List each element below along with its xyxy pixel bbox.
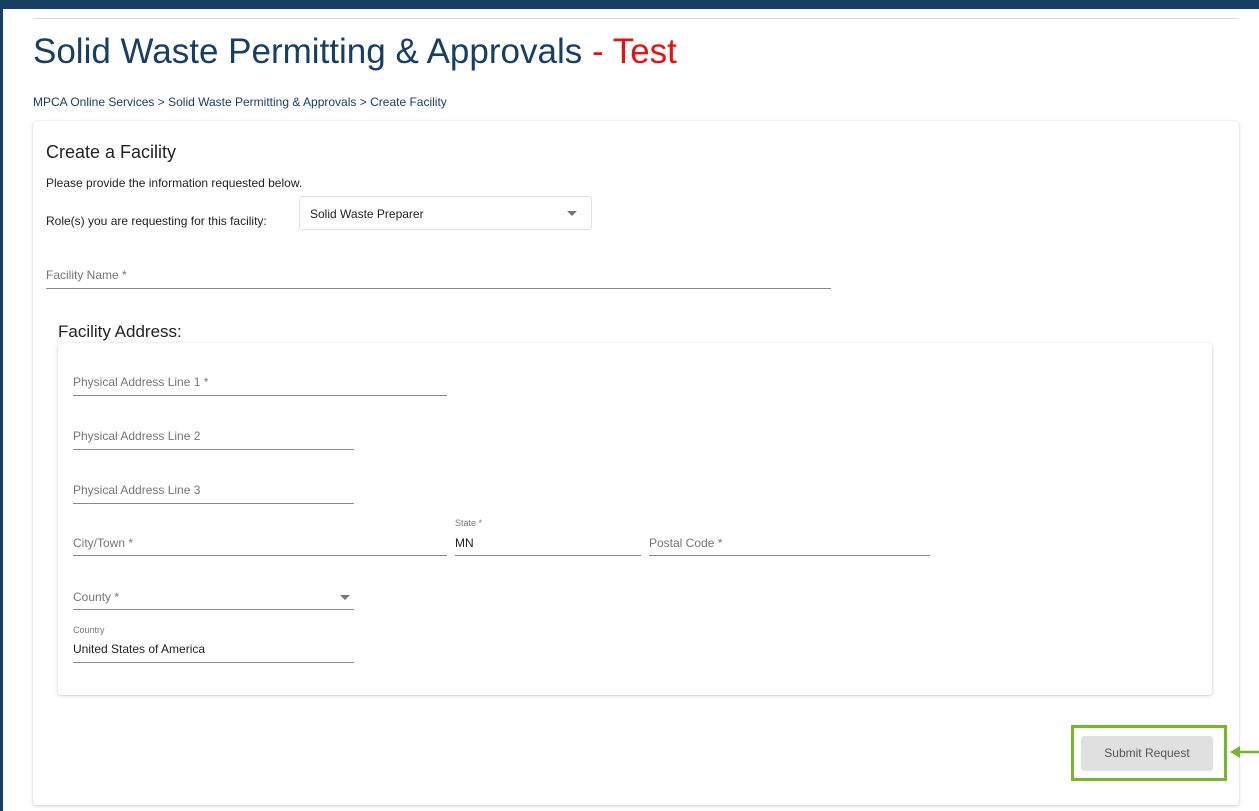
- address-line2-placeholder: Physical Address Line 2: [73, 429, 201, 443]
- address-line3-placeholder: Physical Address Line 3: [73, 483, 201, 497]
- county-underline: [73, 609, 354, 610]
- facility-name-field[interactable]: Facility Name *: [46, 263, 831, 289]
- form-title: Create a Facility: [46, 142, 177, 162]
- address-line2-field[interactable]: Physical Address Line 2: [73, 424, 354, 450]
- address-line3-field[interactable]: Physical Address Line 3: [73, 478, 354, 504]
- breadcrumb-separator: >: [157, 95, 165, 109]
- breadcrumb-separator: >: [359, 95, 367, 109]
- submit-request-button[interactable]: Submit Request: [1081, 736, 1213, 770]
- address-line3-underline: [73, 503, 354, 504]
- chevron-down-icon: [340, 595, 350, 600]
- address-line2-underline: [73, 449, 354, 450]
- environment-label: Test: [612, 32, 677, 71]
- state-field[interactable]: State * MN: [455, 518, 641, 556]
- breadcrumb-link-online-services[interactable]: MPCA Online Services: [33, 95, 154, 109]
- city-underline: [73, 555, 447, 556]
- facility-address-panel: Physical Address Line 1 * Physical Addre…: [58, 343, 1212, 695]
- chevron-down-icon: [567, 211, 577, 216]
- state-label: State *: [455, 518, 483, 528]
- title-separator: -: [591, 32, 604, 71]
- country-field: Country United States of America: [73, 625, 354, 663]
- form-instructions: Please provide the information requested…: [46, 176, 303, 190]
- page-title-text: Solid Waste Permitting & Approvals: [33, 32, 583, 71]
- country-underline: [73, 662, 354, 663]
- page-title: Solid Waste Permitting & Approvals - Tes…: [33, 32, 677, 72]
- arrow-left-icon: [1230, 746, 1259, 758]
- breadcrumb-link-solid-waste[interactable]: Solid Waste Permitting & Approvals: [168, 95, 356, 109]
- county-placeholder: County *: [73, 590, 120, 604]
- county-select[interactable]: County *: [73, 586, 354, 610]
- facility-address-heading: Facility Address:: [58, 322, 182, 341]
- facility-name-underline: [46, 288, 831, 289]
- postal-code-placeholder: Postal Code *: [649, 536, 723, 550]
- facility-name-placeholder: Facility Name *: [46, 268, 127, 282]
- role-label: Role(s) you are requesting for this faci…: [46, 214, 267, 228]
- city-field[interactable]: City/Town *: [73, 532, 447, 556]
- postal-code-field[interactable]: Postal Code *: [649, 532, 930, 556]
- role-select-value: Solid Waste Preparer: [310, 207, 424, 221]
- city-placeholder: City/Town *: [73, 536, 134, 550]
- role-select[interactable]: Solid Waste Preparer: [299, 196, 592, 230]
- state-value: MN: [455, 536, 474, 550]
- address-line1-field[interactable]: Physical Address Line 1 *: [73, 370, 447, 396]
- breadcrumb-current: Create Facility: [370, 95, 447, 109]
- breadcrumb: MPCA Online Services > Solid Waste Permi…: [33, 95, 447, 109]
- state-underline: [455, 555, 641, 556]
- country-label: Country: [73, 625, 105, 635]
- top-divider: [33, 18, 1239, 19]
- country-value: United States of America: [73, 642, 206, 656]
- address-line1-underline: [73, 395, 447, 396]
- postal-code-underline: [649, 555, 930, 556]
- address-line1-placeholder: Physical Address Line 1 *: [73, 375, 209, 389]
